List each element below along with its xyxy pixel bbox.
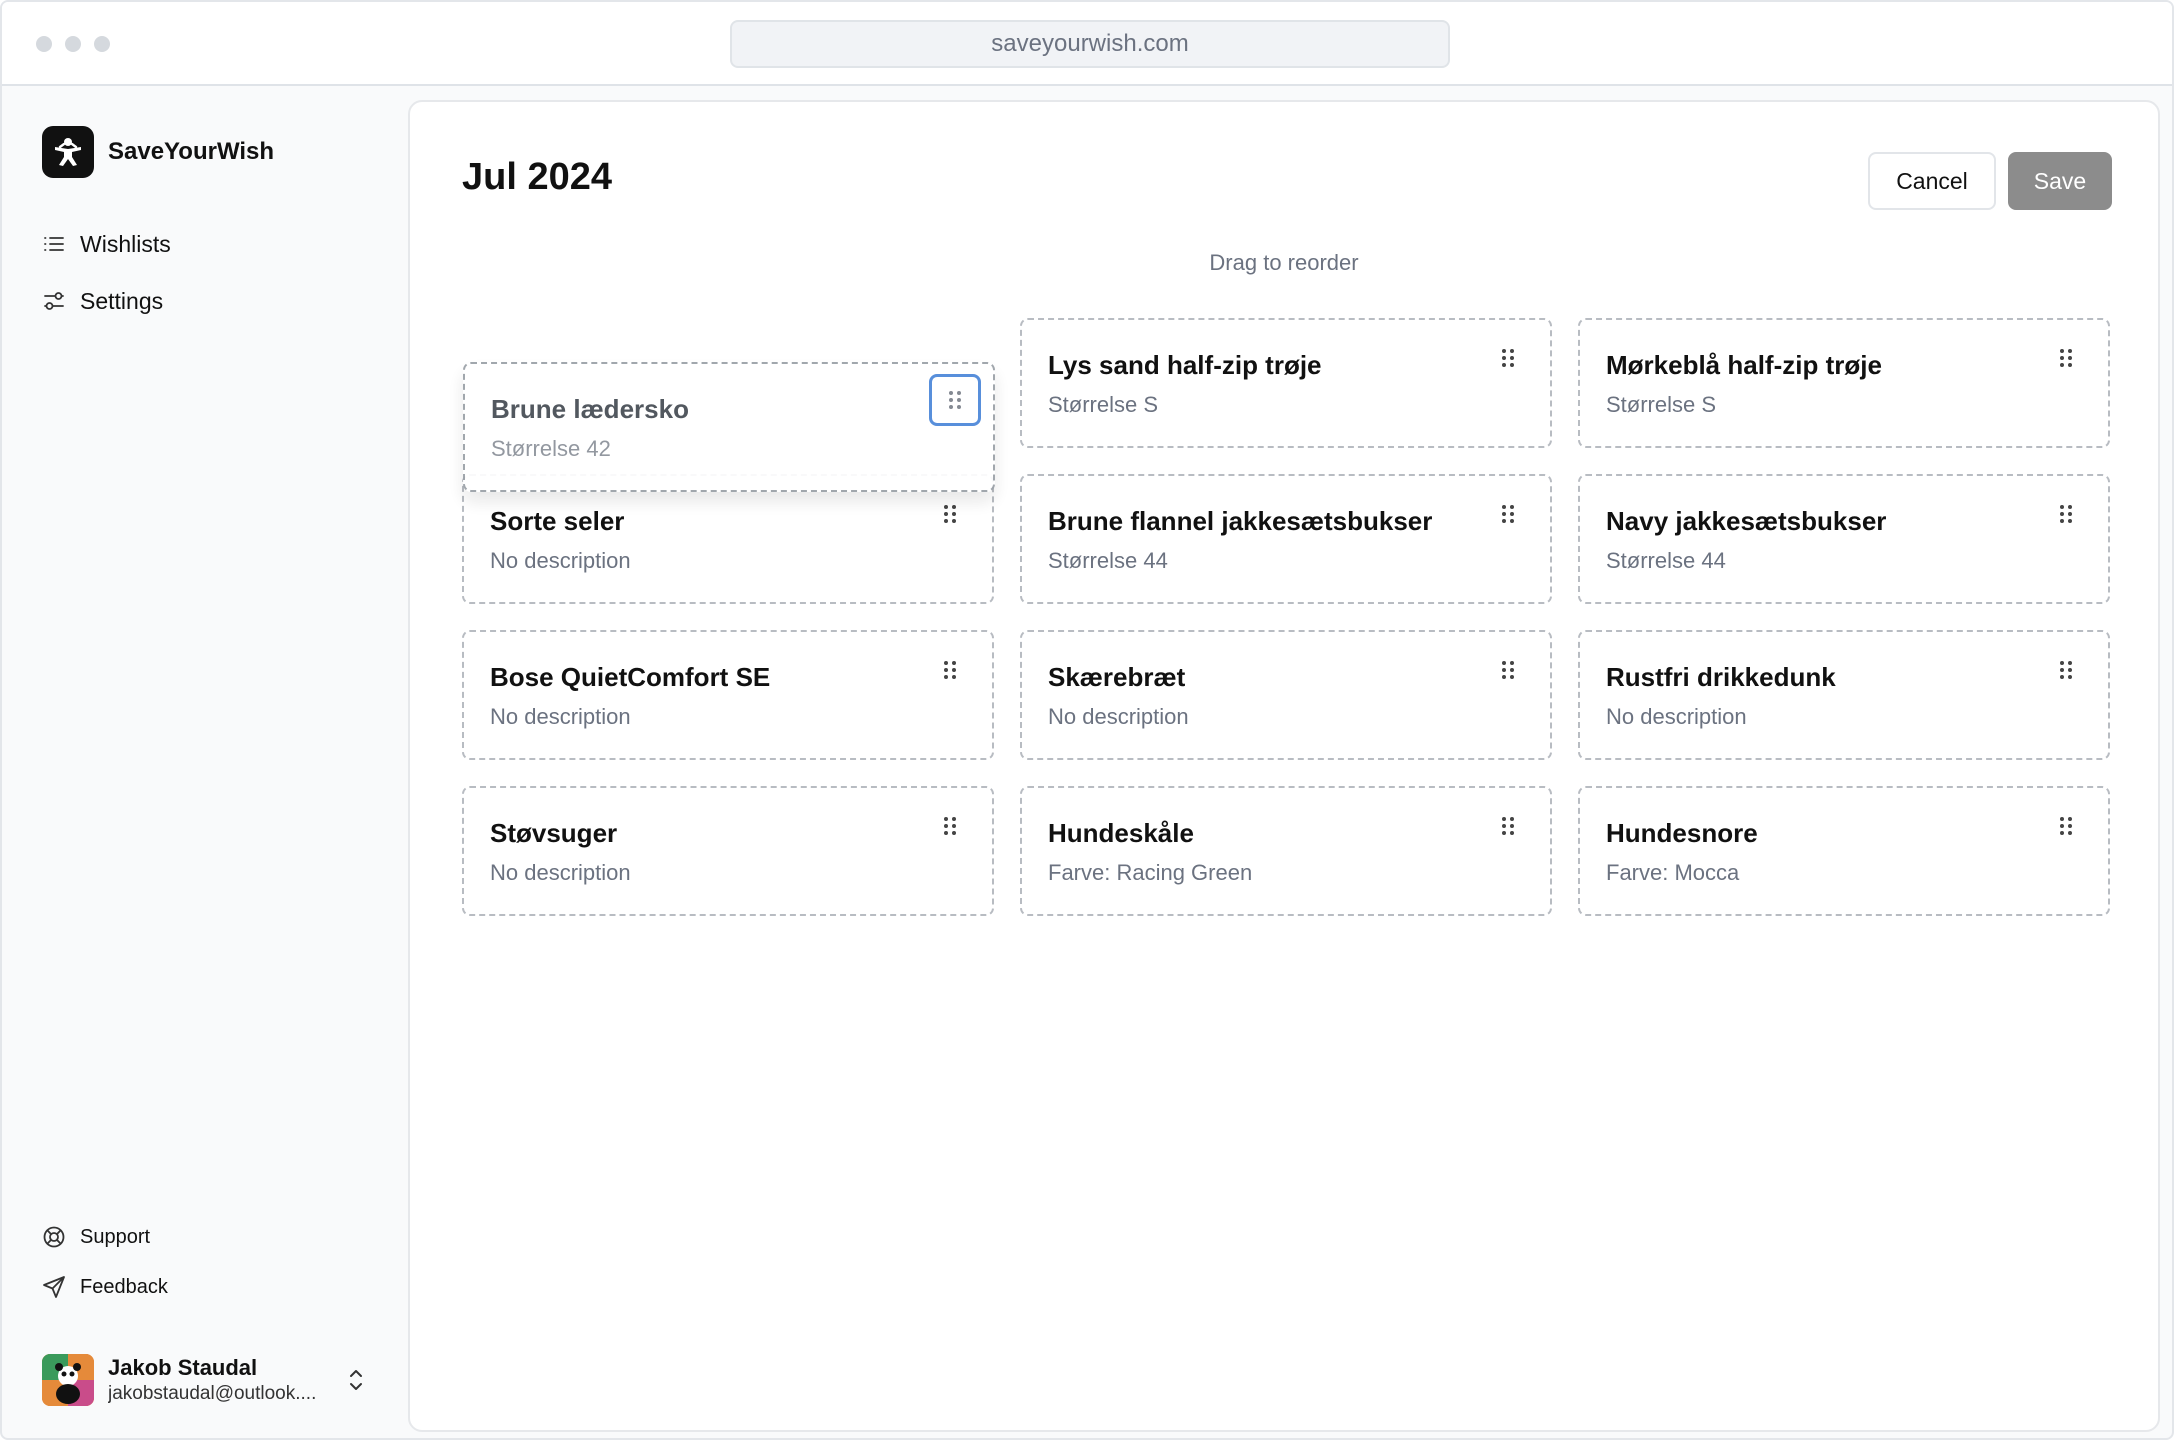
address-bar[interactable]: saveyourwish.com <box>730 20 1450 68</box>
drag-handle-icon[interactable] <box>2054 658 2078 682</box>
page-title: Jul 2024 <box>462 156 612 198</box>
wish-item-card[interactable]: Rustfri drikkedunk No description <box>1578 630 2110 760</box>
user-info: Jakob Staudal jakobstaudal@outlook.... <box>108 1354 332 1406</box>
drag-handle-icon[interactable] <box>2054 502 2078 526</box>
sidebar-item-label: Settings <box>80 287 164 314</box>
wish-item-description: No description <box>490 860 631 885</box>
wish-item-card[interactable]: Sorte seler No description <box>462 474 994 604</box>
close-window-dot[interactable] <box>36 36 52 52</box>
drag-handle-icon[interactable] <box>1496 346 1520 370</box>
save-button[interactable]: Save <box>2008 152 2112 210</box>
wish-item-card[interactable]: Hundeskåle Farve: Racing Green <box>1020 786 1552 916</box>
minimize-window-dot[interactable] <box>65 36 81 52</box>
wish-item-card[interactable]: Hundesnore Farve: Mocca <box>1578 786 2110 916</box>
wish-item-title: Brune flannel jakkesætsbukser <box>1048 506 1433 536</box>
drag-hint: Drag to reorder <box>1209 250 1359 275</box>
wish-item-title: Rustfri drikkedunk <box>1606 662 1836 692</box>
maximize-window-dot[interactable] <box>94 36 110 52</box>
wish-item-description: Størrelse 44 <box>1048 548 1168 573</box>
brand-name: SaveYourWish <box>108 138 275 165</box>
send-icon <box>43 1276 65 1298</box>
drag-handle-icon[interactable] <box>1496 814 1520 838</box>
wish-item-card[interactable]: Støvsuger No description <box>462 786 994 916</box>
wish-item-description: Størrelse 44 <box>1606 548 1726 573</box>
feedback-link-label: Feedback <box>80 1275 168 1298</box>
wish-item-card[interactable]: Mørkeblå half-zip trøje Størrelse S <box>1578 318 2110 448</box>
drag-handle-icon[interactable] <box>938 814 962 838</box>
list-icon <box>44 237 64 251</box>
chevron-up-down-icon <box>350 1370 362 1390</box>
drag-handle-icon[interactable] <box>938 502 962 526</box>
wish-item-title: Navy jakkesætsbukser <box>1606 506 1887 536</box>
wish-item-title: Støvsuger <box>490 818 618 848</box>
wish-item-card-dragging[interactable]: Brune lædersko Størrelse 42 <box>463 362 995 492</box>
wish-item-description: Størrelse 42 <box>491 436 611 461</box>
drag-handle-icon[interactable] <box>2054 346 2078 370</box>
wish-item-title: Lys sand half-zip trøje <box>1048 350 1322 380</box>
user-menu[interactable]: Jakob Staudal jakobstaudal@outlook.... <box>42 1352 382 1408</box>
wish-item-title: Mørkeblå half-zip trøje <box>1606 350 1882 380</box>
wish-item-title: Sorte seler <box>490 506 625 536</box>
wish-item-description: No description <box>490 704 631 729</box>
sidebar-item-wishlists[interactable]: Wishlists <box>42 222 382 266</box>
support-link-label: Support <box>80 1225 151 1248</box>
user-email: jakobstaudal@outlook.... <box>108 1383 317 1404</box>
wish-item-title: Hundesnore <box>1606 818 1758 848</box>
wish-item-description: No description <box>1606 704 1747 729</box>
sidebar-nav: Wishlists Settings <box>42 222 382 336</box>
user-name: Jakob Staudal <box>108 1355 258 1380</box>
feedback-link[interactable]: Feedback <box>42 1269 382 1305</box>
wish-item-card[interactable]: Brune flannel jakkesætsbukser Størrelse … <box>1020 474 1552 604</box>
wish-item-description: Farve: Racing Green <box>1048 860 1253 885</box>
drag-handle-icon[interactable] <box>2054 814 2078 838</box>
cancel-button[interactable]: Cancel <box>1868 152 1996 210</box>
browser-window: saveyourwish.com SaveYourWish Wishlists <box>0 0 2174 1440</box>
wish-item-title: Hundeskåle <box>1048 818 1194 848</box>
wish-item-description: Farve: Mocca <box>1606 860 1740 885</box>
drag-handle-icon[interactable] <box>929 374 981 426</box>
avatar <box>42 1354 94 1406</box>
sidebar-item-settings[interactable]: Settings <box>42 279 382 323</box>
wish-item-card[interactable]: Lys sand half-zip trøje Størrelse S <box>1020 318 1552 448</box>
address-bar-url: saveyourwish.com <box>991 30 1189 57</box>
lifebuoy-icon <box>43 1226 65 1248</box>
drag-handle-icon[interactable] <box>1496 658 1520 682</box>
wish-item-card[interactable]: Navy jakkesætsbukser Størrelse 44 <box>1578 474 2110 604</box>
wish-item-title: Bose QuietComfort SE <box>490 662 771 692</box>
wish-item-description: No description <box>490 548 631 573</box>
sidebar: SaveYourWish Wishlists Settings Support … <box>2 86 408 1438</box>
wish-item-card[interactable]: Skærebræt No description <box>1020 630 1552 760</box>
wish-item-description: Størrelse S <box>1606 392 1717 417</box>
wish-item-card[interactable]: Bose QuietComfort SE No description <box>462 630 994 760</box>
wish-item-description: Størrelse S <box>1048 392 1159 417</box>
wish-item-description: No description <box>1048 704 1189 729</box>
sidebar-secondary-links: Support Feedback <box>42 1219 382 1319</box>
support-link[interactable]: Support <box>42 1219 382 1255</box>
sidebar-item-label: Wishlists <box>80 230 171 257</box>
drag-handle-icon[interactable] <box>938 658 962 682</box>
wish-item-title: Brune lædersko <box>491 394 689 424</box>
main-panel: Jul 2024 Cancel Save Drag to reorder Sor… <box>408 100 2160 1432</box>
window-controls <box>36 36 110 52</box>
brand-logo-icon <box>42 126 94 178</box>
browser-toolbar: saveyourwish.com <box>2 2 2172 86</box>
drag-handle-icon[interactable] <box>1496 502 1520 526</box>
wish-item-title: Skærebræt <box>1048 662 1186 692</box>
sliders-icon <box>44 292 64 310</box>
brand[interactable]: SaveYourWish <box>42 126 274 178</box>
